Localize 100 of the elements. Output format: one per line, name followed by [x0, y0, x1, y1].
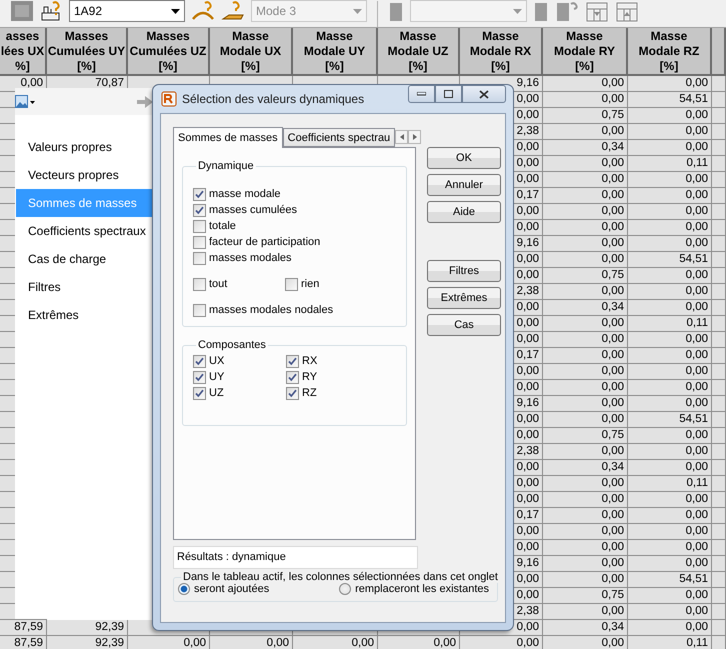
column-header[interactable]: Masse Modale RX [%]	[460, 28, 543, 76]
column-header[interactable]: Masse Modale RY [%]	[543, 28, 628, 76]
checkbox-label: UZ	[209, 387, 224, 399]
dialog-button[interactable]: Aide	[427, 201, 501, 223]
table-cell: 0,75	[543, 428, 628, 444]
window-title: Sélection des valeurs dynamiques	[182, 92, 366, 106]
table-cell: 0,00	[628, 236, 712, 252]
table-cell: 87,59	[0, 636, 47, 649]
table-cell: 0,11	[628, 316, 712, 332]
table-cell: 0,00	[543, 572, 628, 588]
checkbox-label: masse modale	[209, 188, 281, 200]
checkbox-label: masses modales nodales	[209, 304, 334, 316]
column-header[interactable]: asses lées UX %]	[0, 28, 47, 76]
table-cell: 0,00	[628, 76, 712, 92]
menu-item[interactable]: Coefficients spectraux	[16, 217, 153, 245]
table-cell: 0,00	[628, 108, 712, 124]
dialog-button[interactable]: OK	[427, 147, 501, 169]
table-cell: 0,00	[543, 492, 628, 508]
table-cell: 0,00	[543, 188, 628, 204]
column-header[interactable]: Masse Modale UY [%]	[293, 28, 378, 76]
table-cell: 0,34	[543, 140, 628, 156]
table-cell: 0,00	[628, 268, 712, 284]
table-cell: 0,00	[628, 588, 712, 604]
table-cell: 0,00	[543, 316, 628, 332]
table-cell: 54,51	[628, 572, 712, 588]
menu-item[interactable]: Valeurs propres	[16, 133, 153, 161]
table-cell: 0,00	[543, 540, 628, 556]
table-cell: 0,00	[628, 428, 712, 444]
table-cell: 0,00	[628, 220, 712, 236]
table-cell: 0,00	[628, 524, 712, 540]
table-cell: 0,34	[543, 300, 628, 316]
table-cell: 0,00	[628, 332, 712, 348]
table-cell: 0,00	[628, 284, 712, 300]
table-cell: 0,00	[628, 620, 712, 636]
table-cell: 0,00	[210, 636, 293, 649]
dialog-button[interactable]: Filtres	[427, 260, 501, 282]
column-header[interactable]: Masse Modale RZ [%]	[628, 28, 712, 76]
group-title: Dynamique	[197, 160, 255, 172]
table-cell: 0,00	[543, 604, 628, 620]
table-cell: 0,00	[543, 364, 628, 380]
column-header[interactable]: Masses Cumulées UZ [%]	[128, 28, 210, 76]
table-cell: 0,00	[543, 284, 628, 300]
table-cell: 0,00	[543, 476, 628, 492]
tab[interactable]: Coefficients spectrau	[282, 128, 396, 147]
checkbox-label: RX	[302, 355, 318, 367]
table-cell: 0,00	[628, 124, 712, 140]
table-cell: 0,00	[628, 364, 712, 380]
checkbox-label: RY	[302, 371, 318, 383]
table-cell: 0,75	[543, 588, 628, 604]
table-cell: 0,00	[543, 412, 628, 428]
table-cell: 0,00	[543, 76, 628, 92]
results-field[interactable]: Résultats : dynamique	[173, 546, 418, 569]
table-cell: 0,11	[628, 636, 712, 649]
dialog-button[interactable]: Cas	[427, 314, 501, 336]
table-cell: 0,34	[543, 460, 628, 476]
table-cell: 54,51	[628, 412, 712, 428]
checkbox-label: masses cumulées	[209, 204, 298, 216]
case-dropdown[interactable]: 1A92	[69, 0, 185, 22]
table-cell: 0,75	[543, 268, 628, 284]
checkbox-label: UY	[209, 371, 224, 383]
table-cell: 0,00	[628, 172, 712, 188]
table-cell: 0,00	[543, 380, 628, 396]
table-cell: 0,00	[628, 460, 712, 476]
table-cell: 0,00	[628, 604, 712, 620]
menu-item[interactable]: Filtres	[16, 273, 153, 301]
table-cell: 0,00	[628, 380, 712, 396]
table-cell: 92,39	[47, 620, 128, 636]
table-cell: 0,00	[543, 236, 628, 252]
table-cell: 0,00	[543, 252, 628, 268]
table-cell: 0,00	[628, 140, 712, 156]
checkbox-label: RZ	[302, 387, 317, 399]
table-cell: 0,00	[543, 124, 628, 140]
table-cell: 0,00	[628, 508, 712, 524]
table-cell: 54,51	[628, 92, 712, 108]
table-cell: 0,00	[543, 204, 628, 220]
table-cell: 0,00	[628, 492, 712, 508]
menu-item[interactable]: Cas de charge	[16, 245, 153, 273]
dialog-button[interactable]: Annuler	[427, 174, 501, 196]
column-header[interactable]: Masse Modale UX [%]	[210, 28, 293, 76]
table-cell: 0,75	[543, 108, 628, 124]
table-cell: 0,00	[460, 636, 543, 649]
table-cell: 0,00	[543, 92, 628, 108]
table-cell: 0,00	[543, 508, 628, 524]
table-cell: 0,00	[543, 396, 628, 412]
table-cell: 0,00	[543, 156, 628, 172]
dialog-button[interactable]: Extrêmes	[427, 287, 501, 309]
menu-item[interactable]: Extrêmes	[16, 301, 153, 329]
tab[interactable]: Sommes de masses	[173, 127, 283, 148]
table-cell: 0,00	[628, 348, 712, 364]
table-cell: 0,00	[628, 396, 712, 412]
checkbox-label: facteur de participation	[209, 236, 320, 248]
menu-item[interactable]: Vecteurs propres	[16, 161, 153, 189]
table-cell: 0,00	[543, 636, 628, 649]
table-cell: 0,34	[543, 620, 628, 636]
radio-label: seront ajoutées	[194, 583, 270, 595]
table-cell: 0,11	[628, 156, 712, 172]
table-cell: 0,00	[543, 444, 628, 460]
column-header[interactable]: Masses Cumulées UY [%]	[47, 28, 128, 76]
column-header[interactable]: Masse Modale UZ [%]	[378, 28, 460, 76]
table-cell: 0,00	[543, 220, 628, 236]
